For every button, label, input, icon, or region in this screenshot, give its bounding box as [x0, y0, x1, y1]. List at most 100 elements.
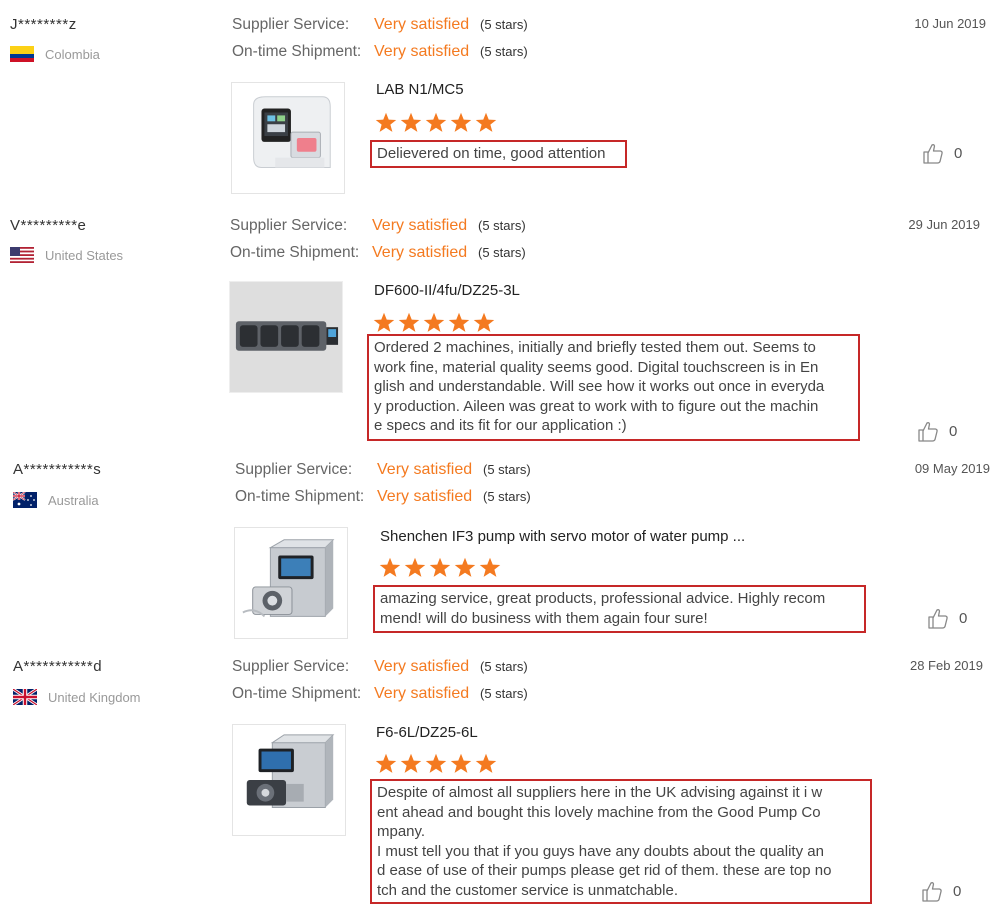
- shipment-stars: (5 stars): [478, 245, 526, 260]
- star-icon: [425, 112, 447, 133]
- comment-line: Ordered 2 machines, initially and briefl…: [374, 339, 816, 356]
- supplier-service-rating: Supplier Service: Very satisfied (5 star…: [235, 461, 531, 479]
- product-rating-stars: [379, 557, 504, 578]
- country-name: Australia: [48, 492, 99, 508]
- uk-flag-icon: [13, 689, 37, 705]
- comment-line: d ease of use of their pumps please get …: [377, 862, 832, 879]
- review-comment: Despite of almost all suppliers here in …: [370, 779, 872, 904]
- star-icon: [475, 753, 497, 774]
- shipment-rating: On-time Shipment: Very satisfied (5 star…: [232, 685, 528, 703]
- star-icon: [429, 557, 451, 578]
- thumbs-up-icon: [928, 609, 948, 629]
- shipment-value: Very satisfied: [377, 488, 473, 505]
- supplier-service-label: Supplier Service:: [235, 461, 353, 478]
- shipment-rating: On-time Shipment: Very satisfied (5 star…: [235, 488, 531, 506]
- thumbs-up-icon: [922, 882, 942, 902]
- supplier-service-rating: Supplier Service: Very satisfied (5 star…: [232, 658, 528, 676]
- comment-line: Despite of almost all suppliers here in …: [377, 784, 823, 801]
- buyer-country: Colombia: [10, 46, 100, 62]
- star-icon: [479, 557, 501, 578]
- review-date: 29 Jun 2019: [908, 217, 980, 232]
- star-icon: [375, 112, 397, 133]
- product-name[interactable]: F6-6L/DZ25-6L: [376, 724, 478, 741]
- like-button[interactable]: 0: [927, 608, 967, 629]
- supplier-service-value: Very satisfied: [377, 461, 473, 478]
- shipment-stars: (5 stars): [480, 686, 528, 701]
- buyer-name: A***********s: [13, 461, 102, 478]
- supplier-service-label: Supplier Service:: [232, 658, 350, 675]
- star-icon: [450, 112, 472, 133]
- australia-flag-icon: [13, 492, 37, 508]
- like-count: 0: [953, 883, 962, 900]
- shipment-value: Very satisfied: [374, 685, 470, 702]
- supplier-service-value: Very satisfied: [374, 658, 470, 675]
- comment-line: mend! will do business with them again f…: [380, 609, 708, 627]
- supplier-service-rating: Supplier Service: Very satisfied (5 star…: [230, 217, 526, 235]
- shipment-rating: On-time Shipment: Very satisfied (5 star…: [230, 244, 526, 262]
- supplier-service-label: Supplier Service:: [230, 217, 348, 234]
- review-card: V*********e United States Supplier Servi…: [0, 217, 1000, 447]
- product-rating-stars: [375, 753, 500, 774]
- star-icon: [375, 753, 397, 774]
- product-name[interactable]: DF600-II/4fu/DZ25-3L: [374, 282, 520, 299]
- product-rating-stars: [375, 112, 500, 133]
- shipment-value: Very satisfied: [374, 43, 470, 60]
- review-comment: Delievered on time, good attention: [370, 140, 627, 168]
- thumbs-up-icon: [918, 422, 938, 442]
- buyer-country: Australia: [13, 492, 99, 508]
- buyer-country: United Kingdom: [13, 689, 141, 705]
- comment-line: Delievered on time, good attention: [377, 145, 606, 162]
- comment-line: tch and the customer service is unmatcha…: [377, 881, 678, 899]
- product-image[interactable]: [229, 281, 343, 393]
- star-icon: [425, 753, 447, 774]
- star-icon: [400, 753, 422, 774]
- country-name: Colombia: [45, 46, 100, 62]
- buyer-country: United States: [10, 247, 123, 263]
- star-icon: [450, 753, 472, 774]
- product-image[interactable]: [231, 82, 345, 194]
- shipment-label: On-time Shipment:: [230, 244, 360, 261]
- review-card: J********z Colombia Supplier Service: Ve…: [0, 16, 1000, 196]
- comment-line: amazing service, great products, profess…: [380, 590, 826, 607]
- product-name[interactable]: Shenchen IF3 pump with servo motor of wa…: [380, 528, 745, 545]
- review-date: 10 Jun 2019: [914, 16, 986, 31]
- buyer-name: V*********e: [10, 217, 87, 234]
- comment-line: I must tell you that if you guys have an…: [377, 842, 824, 860]
- shipment-label: On-time Shipment:: [232, 685, 362, 702]
- supplier-service-rating: Supplier Service: Very satisfied (5 star…: [232, 16, 528, 34]
- shipment-stars: (5 stars): [480, 44, 528, 59]
- like-button[interactable]: 0: [917, 421, 957, 442]
- like-button[interactable]: 0: [921, 881, 961, 902]
- shipment-stars: (5 stars): [483, 489, 531, 504]
- comment-line: e specs and its fit for our application …: [374, 417, 627, 434]
- comment-line: mpany.: [377, 823, 426, 840]
- supplier-service-stars: (5 stars): [480, 659, 528, 674]
- star-icon: [400, 112, 422, 133]
- usa-flag-icon: [10, 247, 34, 263]
- product-rating-stars: [373, 312, 498, 333]
- shipment-value: Very satisfied: [372, 244, 468, 261]
- buyer-name: J********z: [10, 16, 77, 33]
- star-icon: [454, 557, 476, 578]
- buyer-name: A***********d: [13, 658, 103, 675]
- shipment-rating: On-time Shipment: Very satisfied (5 star…: [232, 43, 528, 61]
- star-icon: [473, 312, 495, 333]
- supplier-service-value: Very satisfied: [372, 217, 468, 234]
- product-image[interactable]: [234, 527, 348, 639]
- supplier-service-label: Supplier Service:: [232, 16, 350, 33]
- country-name: United Kingdom: [48, 689, 141, 705]
- star-icon: [404, 557, 426, 578]
- product-image[interactable]: [232, 724, 346, 836]
- like-button[interactable]: 0: [922, 143, 962, 164]
- comment-line: work fine, material quality seems good. …: [374, 358, 819, 376]
- star-icon: [373, 312, 395, 333]
- review-comment: amazing service, great products, profess…: [373, 585, 866, 633]
- star-icon: [423, 312, 445, 333]
- product-name[interactable]: LAB N1/MC5: [376, 81, 464, 98]
- star-icon: [475, 112, 497, 133]
- star-icon: [448, 312, 470, 333]
- comment-line: glish and understandable. Will see how i…: [374, 378, 825, 395]
- like-count: 0: [949, 423, 958, 440]
- review-date: 28 Feb 2019: [909, 658, 983, 673]
- like-count: 0: [959, 610, 968, 627]
